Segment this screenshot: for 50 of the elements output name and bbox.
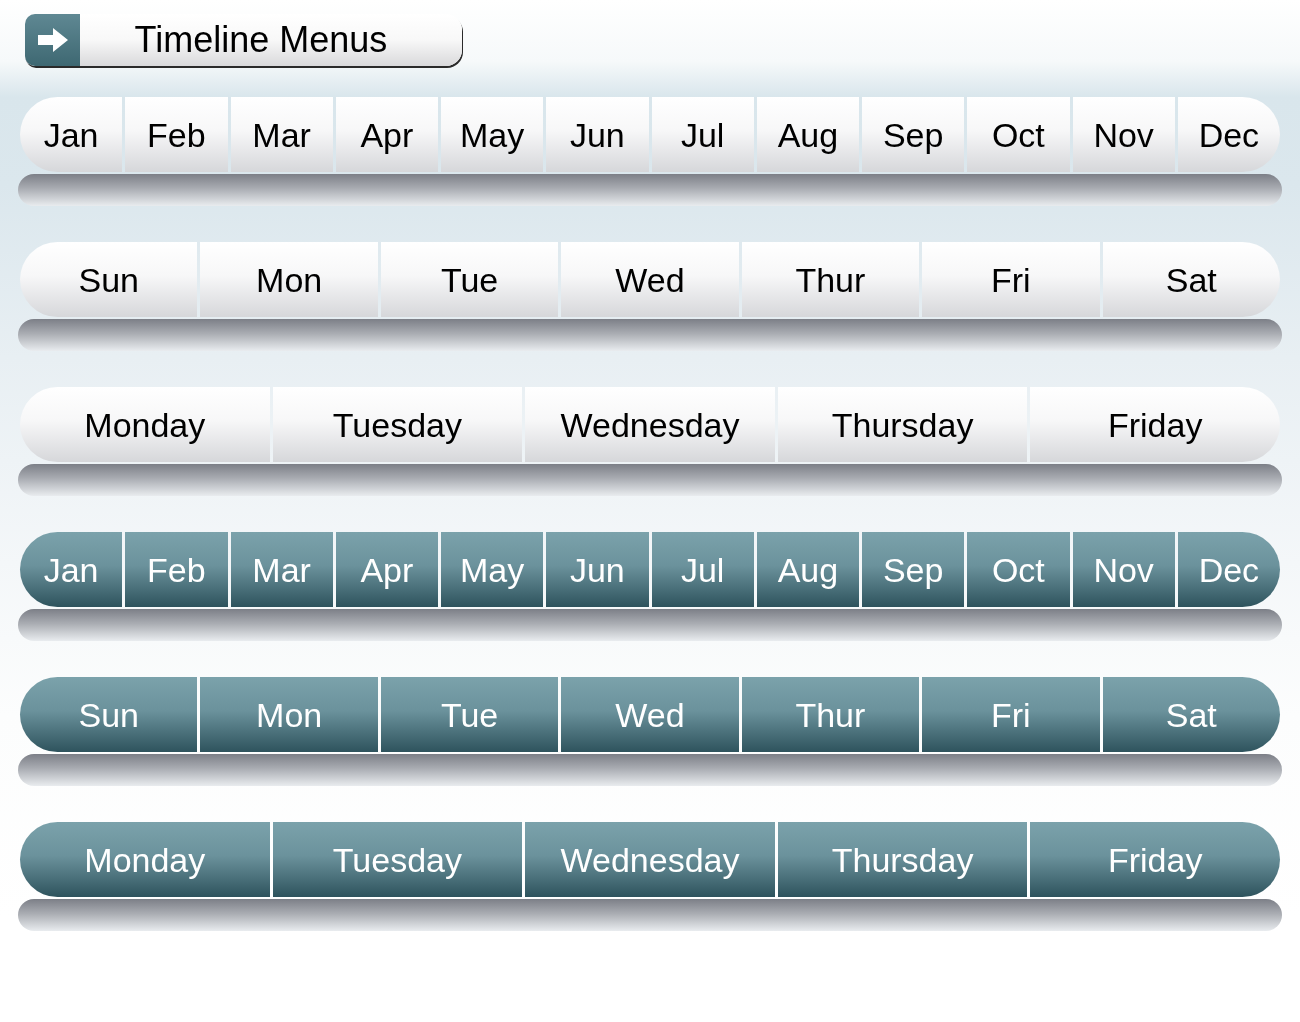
menu-tab[interactable]: Thursday: [777, 822, 1028, 897]
menu-tab[interactable]: Jul: [651, 97, 754, 172]
menu-tab[interactable]: Nov: [1072, 97, 1175, 172]
menu-tab[interactable]: Oct: [967, 97, 1070, 172]
menu-tab[interactable]: May: [441, 532, 544, 607]
menu-tab[interactable]: Tuesday: [272, 387, 523, 462]
menu-tab[interactable]: Aug: [756, 97, 859, 172]
menu-tab[interactable]: Sun: [20, 242, 198, 317]
menu-tab[interactable]: Mon: [200, 242, 378, 317]
menu-tab[interactable]: Apr: [335, 532, 438, 607]
menu-tab[interactable]: Oct: [967, 532, 1070, 607]
menu-tab[interactable]: Apr: [335, 97, 438, 172]
menu-tab[interactable]: Mon: [200, 677, 378, 752]
menu-tab[interactable]: Wed: [561, 242, 739, 317]
menu-tab[interactable]: Wednesday: [525, 822, 775, 897]
menu-tab[interactable]: Tue: [380, 677, 559, 752]
menu-tab[interactable]: Wednesday: [525, 387, 775, 462]
menu-tab[interactable]: Mar: [230, 532, 333, 607]
menu-tab[interactable]: Nov: [1072, 532, 1175, 607]
menu-tab[interactable]: Feb: [125, 532, 228, 607]
menu-tab[interactable]: May: [441, 97, 544, 172]
menu-tab[interactable]: Wed: [561, 677, 739, 752]
menu-tab[interactable]: Feb: [125, 97, 228, 172]
menu-tab[interactable]: Friday: [1030, 822, 1280, 897]
menu-tab[interactable]: Dec: [1177, 532, 1280, 607]
menu-tab[interactable]: Jun: [546, 532, 649, 607]
menu-tab[interactable]: Jan: [20, 532, 123, 607]
menu-tab[interactable]: Aug: [756, 532, 859, 607]
menu-tab[interactable]: Monday: [20, 387, 270, 462]
menu-tab[interactable]: Sep: [862, 532, 965, 607]
menu-tab[interactable]: Dec: [1177, 97, 1280, 172]
arrow-right-icon: [25, 14, 80, 66]
menu-tab[interactable]: Thur: [741, 242, 920, 317]
menu-tab[interactable]: Jun: [546, 97, 649, 172]
menu-tab[interactable]: Sun: [20, 677, 198, 752]
menu-tab[interactable]: Sat: [1102, 242, 1280, 317]
menu-tab[interactable]: Tuesday: [272, 822, 523, 897]
menu-tab[interactable]: Jul: [651, 532, 754, 607]
menu-tab[interactable]: Jan: [20, 97, 123, 172]
menu-tab[interactable]: Tue: [380, 242, 559, 317]
menu-tab[interactable]: Thursday: [777, 387, 1028, 462]
menu-tab[interactable]: Thur: [741, 677, 920, 752]
menu-tab[interactable]: Sep: [862, 97, 965, 172]
menu-tab[interactable]: Friday: [1030, 387, 1280, 462]
menu-tab[interactable]: Monday: [20, 822, 270, 897]
title-button[interactable]: Timeline Menus: [25, 14, 462, 66]
menu-tab[interactable]: Fri: [922, 242, 1100, 317]
menu-tab[interactable]: Fri: [922, 677, 1100, 752]
menu-tab[interactable]: Mar: [230, 97, 333, 172]
menu-tab[interactable]: Sat: [1102, 677, 1280, 752]
